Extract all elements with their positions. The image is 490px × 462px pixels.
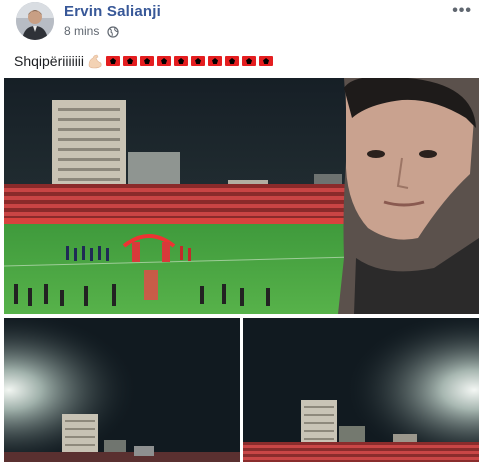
albanian-flag-icon [225, 56, 240, 66]
flexed-biceps-icon [87, 53, 103, 69]
albanian-flag-icon [140, 56, 155, 66]
albanian-flag-icon [123, 56, 138, 66]
avatar[interactable] [16, 2, 54, 40]
albanian-flag-icon [106, 56, 121, 66]
post-text-content: Shqipëriiiiiii [14, 53, 85, 69]
stadium-selfie-photo[interactable] [4, 78, 479, 314]
author-name[interactable]: Ervin Salianji [64, 3, 161, 20]
albanian-flag-icon [174, 56, 189, 66]
albanian-flag-icon [157, 56, 172, 66]
post-time[interactable]: 8 mins [64, 24, 99, 38]
albanian-flag-icon [191, 56, 206, 66]
stadium-night-photo-2[interactable] [243, 318, 479, 462]
avatar-image [16, 2, 54, 40]
albanian-flag-icon [208, 56, 223, 66]
post-meta: 8 mins [64, 24, 119, 38]
stadium-night-photo-1[interactable] [4, 318, 240, 462]
globe-icon [107, 26, 119, 38]
post-header: Ervin Salianji 8 mins ••• [0, 0, 490, 46]
post-text: Shqipëriiiiiii [14, 50, 274, 72]
albanian-flag-icon [259, 56, 274, 66]
more-options-icon[interactable]: ••• [452, 2, 472, 20]
albanian-flag-emoji-row [103, 53, 274, 69]
albanian-flag-icon [242, 56, 257, 66]
